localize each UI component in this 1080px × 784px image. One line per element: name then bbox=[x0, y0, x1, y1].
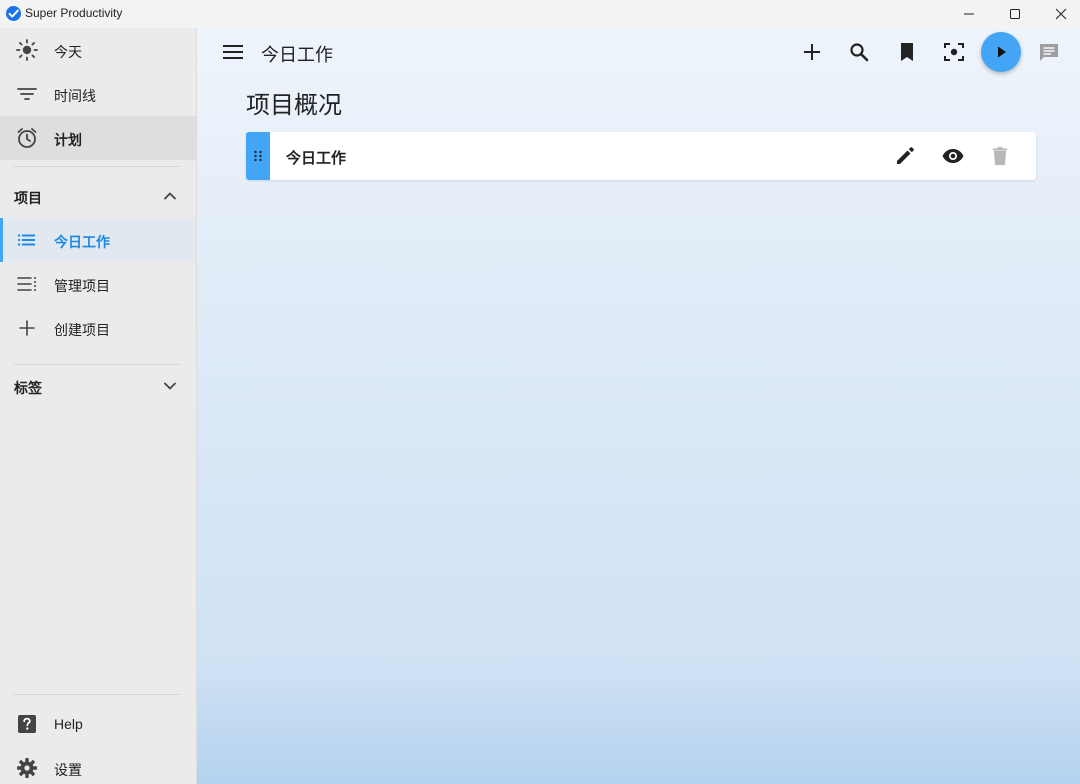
sidebar-item-today[interactable]: 今天 bbox=[0, 28, 196, 72]
edit-icon[interactable] bbox=[893, 144, 917, 168]
menu-icon[interactable] bbox=[221, 40, 245, 64]
focus-icon[interactable] bbox=[942, 40, 966, 64]
project-name: 今日工作 bbox=[286, 150, 347, 167]
list-icon bbox=[18, 234, 35, 246]
sidebar-item-schedule[interactable]: 计划 bbox=[0, 116, 196, 160]
comment-icon[interactable] bbox=[1037, 40, 1061, 64]
window-title: Super Productivity bbox=[25, 6, 123, 20]
sidebar-item-settings[interactable]: 设置 bbox=[0, 746, 196, 784]
sidebar-item-label: Help bbox=[54, 716, 83, 732]
sidebar-item-label: 今日工作 bbox=[54, 234, 110, 250]
sidebar-item-project-today-work[interactable]: 今日工作 bbox=[0, 218, 196, 262]
chevron-down-icon bbox=[164, 382, 176, 390]
drag-handle-icon bbox=[254, 150, 262, 162]
maximize-button[interactable] bbox=[992, 0, 1038, 28]
tags-section-toggle[interactable]: 标签 bbox=[0, 366, 196, 406]
close-icon bbox=[1055, 8, 1067, 20]
gear-icon bbox=[17, 758, 37, 778]
main-content: 今日工作 项目概况 今日工作 bbox=[197, 28, 1080, 784]
help-icon bbox=[18, 715, 36, 733]
sidebar-divider bbox=[14, 166, 180, 167]
plus-icon bbox=[19, 320, 35, 336]
sidebar-item-label: 设置 bbox=[54, 762, 82, 778]
maximize-icon bbox=[1010, 9, 1020, 19]
project-card[interactable]: 今日工作 bbox=[246, 132, 1036, 180]
play-icon bbox=[998, 46, 1006, 58]
play-button[interactable] bbox=[981, 32, 1021, 72]
minimize-icon bbox=[964, 13, 974, 15]
projects-section-toggle[interactable]: 项目 bbox=[0, 176, 196, 216]
sidebar-item-label: 今天 bbox=[54, 44, 82, 60]
sidebar-item-create-project[interactable]: 创建项目 bbox=[0, 306, 196, 350]
sidebar-item-label: 时间线 bbox=[54, 88, 96, 104]
minimize-button[interactable] bbox=[946, 0, 992, 28]
sun-icon bbox=[16, 39, 38, 61]
tags-section-label: 标签 bbox=[14, 380, 42, 396]
sidebar-item-help[interactable]: Help bbox=[0, 702, 196, 746]
delete-icon[interactable] bbox=[988, 144, 1012, 168]
manage-list-icon bbox=[17, 277, 36, 291]
app-logo-icon bbox=[6, 6, 21, 21]
sidebar: 今天 时间线 计划 项目 今日工作 管理项目 创建项目 标签 Help 设置 bbox=[0, 28, 197, 784]
eye-icon[interactable] bbox=[941, 144, 965, 168]
drag-handle[interactable] bbox=[246, 132, 270, 180]
chevron-up-icon bbox=[164, 192, 176, 200]
header-title: 今日工作 bbox=[261, 45, 333, 65]
sidebar-item-label: 管理项目 bbox=[54, 278, 110, 294]
close-window-button[interactable] bbox=[1038, 0, 1080, 28]
search-icon[interactable] bbox=[847, 40, 871, 64]
add-icon[interactable] bbox=[800, 40, 824, 64]
sidebar-item-label: 创建项目 bbox=[54, 322, 110, 338]
sidebar-item-manage-projects[interactable]: 管理项目 bbox=[0, 262, 196, 306]
sidebar-item-timeline[interactable]: 时间线 bbox=[0, 72, 196, 116]
page-title: 项目概况 bbox=[246, 92, 342, 119]
projects-section-label: 项目 bbox=[14, 190, 42, 206]
bookmark-icon[interactable] bbox=[895, 40, 919, 64]
sidebar-item-label: 计划 bbox=[54, 132, 82, 148]
sidebar-divider bbox=[14, 694, 180, 695]
sidebar-divider bbox=[14, 364, 180, 365]
filter-lines-icon bbox=[17, 88, 37, 100]
alarm-clock-icon bbox=[17, 128, 37, 148]
window-titlebar: Super Productivity bbox=[0, 0, 1080, 28]
